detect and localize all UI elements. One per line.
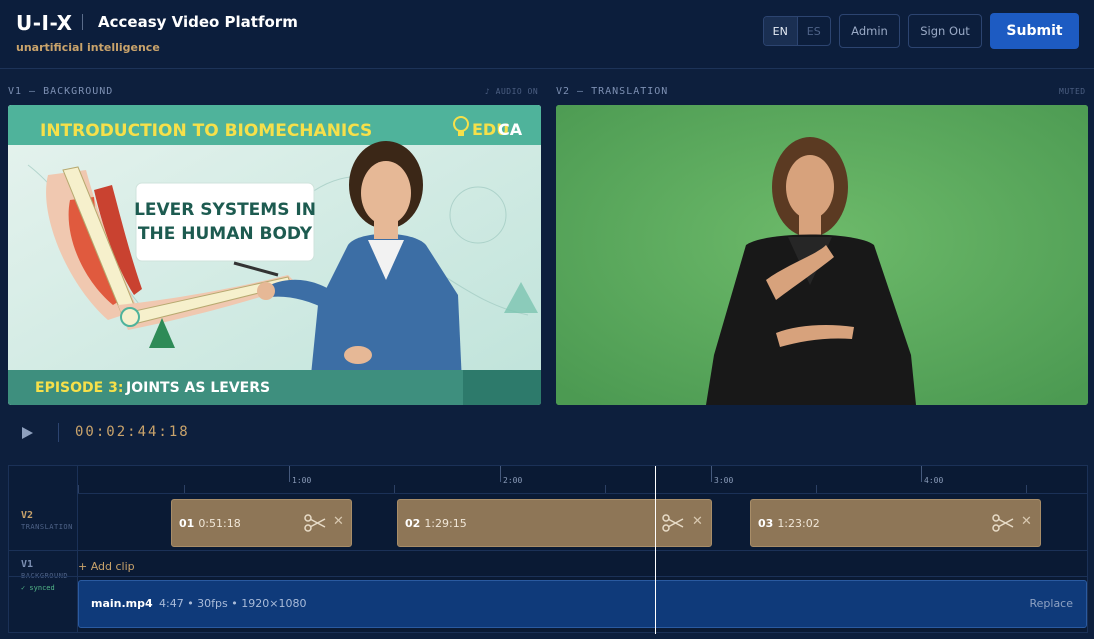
- clip-duration: 1:23:02: [777, 516, 820, 530]
- v1-panel-label: V1 — BACKGROUND: [8, 86, 114, 97]
- v2-video-frame: [556, 105, 1088, 405]
- track-gutter: V2 TRANSLATION V1 BACKGROUND ✓ synced: [9, 466, 78, 632]
- ruler-tick-major: [500, 466, 501, 482]
- v2-clip[interactable]: 02 1:29:15 ✕: [397, 499, 712, 547]
- v2-video-preview[interactable]: [556, 105, 1088, 405]
- synced-badge: ✓ synced: [21, 584, 55, 592]
- topic-line-2: THE HUMAN BODY: [138, 224, 313, 244]
- lang-es-button[interactable]: ES: [798, 17, 831, 45]
- ruler-label-3: 3:00: [714, 476, 734, 485]
- v1-main-clip[interactable]: main.mp4 4:47 • 30fps • 1920×1080 Replac…: [78, 580, 1087, 628]
- clip-index: 03: [758, 516, 774, 530]
- submit-button[interactable]: Submit: [990, 13, 1079, 49]
- v2-track-sub: TRANSLATION: [21, 523, 73, 531]
- v2-track-name: V2: [21, 510, 34, 521]
- ruler-tick-major: [289, 466, 290, 482]
- topic-line-1: LEVER SYSTEMS IN: [134, 200, 316, 220]
- language-switcher: EN ES: [763, 16, 831, 46]
- clip-duration: 0:51:18: [198, 516, 241, 530]
- main-file-meta: 4:47 • 30fps • 1920×1080: [159, 597, 307, 610]
- playhead[interactable]: [655, 466, 656, 634]
- timecode-display: 00:02:44:18: [75, 424, 190, 440]
- scissors-icon[interactable]: [304, 514, 326, 532]
- replace-button[interactable]: Replace: [1029, 597, 1073, 610]
- brand-ca: CA: [498, 120, 523, 139]
- remove-clip-icon[interactable]: ✕: [692, 514, 703, 529]
- scissors-icon[interactable]: [992, 514, 1014, 532]
- ruler-tick-minor: [605, 485, 606, 493]
- v2-audio-status[interactable]: MUTED: [1059, 87, 1086, 96]
- ruler-tick-minor: [1026, 485, 1027, 493]
- track-separator: [9, 550, 1087, 551]
- clip-index: 02: [405, 516, 421, 530]
- ruler-label-1: 1:00: [292, 476, 312, 485]
- admin-button[interactable]: Admin: [839, 14, 900, 48]
- clip-duration: 1:29:15: [424, 516, 467, 530]
- brand-logo[interactable]: U-I-X: [16, 11, 73, 35]
- ruler-label-4: 4:00: [924, 476, 944, 485]
- clip-index: 01: [179, 516, 195, 530]
- sign-out-button[interactable]: Sign Out: [908, 14, 982, 48]
- v2-panel-label: V2 — TRANSLATION: [556, 86, 669, 97]
- ruler-label-2: 2:00: [503, 476, 523, 485]
- add-clip-button[interactable]: + Add clip: [78, 560, 135, 573]
- v1-video-frame: INTRODUCTION TO BIOMECHANICS EDU CA LEVE…: [8, 105, 541, 405]
- ruler-tick-minor: [394, 485, 395, 493]
- main-file-name: main.mp4: [91, 597, 153, 610]
- v2-clip[interactable]: 01 0:51:18 ✕: [171, 499, 352, 547]
- course-title: INTRODUCTION TO BIOMECHANICS: [40, 121, 372, 141]
- v2-clip[interactable]: 03 1:23:02 ✕: [750, 499, 1041, 547]
- track-separator: [9, 576, 1087, 577]
- v1-track-name: V1: [21, 559, 34, 570]
- scissors-icon[interactable]: [662, 514, 684, 532]
- ruler-tick-major: [711, 466, 712, 482]
- v2-track-label: V2 TRANSLATION: [21, 510, 73, 531]
- play-icon[interactable]: [20, 426, 34, 440]
- episode-number: EPISODE 3:: [35, 380, 123, 396]
- ruler-tick-minor: [184, 485, 185, 493]
- ruler-tick-major: [921, 466, 922, 482]
- remove-clip-icon[interactable]: ✕: [1021, 514, 1032, 529]
- remove-clip-icon[interactable]: ✕: [333, 514, 344, 529]
- episode-title: JOINTS AS LEVERS: [125, 380, 270, 396]
- v1-audio-status[interactable]: ♪ AUDIO ON: [485, 87, 538, 96]
- playback-divider: [58, 423, 59, 442]
- app-header: U-I-X Acceasy Video Platform unartificia…: [0, 0, 1094, 69]
- brand-tagline: unartificial intelligence: [16, 41, 160, 54]
- timeline-editor: V2 TRANSLATION V1 BACKGROUND ✓ synced 1:…: [8, 465, 1088, 633]
- lang-en-button[interactable]: EN: [764, 17, 798, 45]
- timeline-ruler[interactable]: 1:00 2:00 3:00 4:00: [78, 466, 1087, 494]
- app-title: Acceasy Video Platform: [98, 13, 298, 31]
- v1-video-preview[interactable]: INTRODUCTION TO BIOMECHANICS EDU CA LEVE…: [8, 105, 541, 405]
- logo-divider: [82, 14, 83, 30]
- ruler-tick-minor: [816, 485, 817, 493]
- ruler-tick-minor: [78, 485, 79, 493]
